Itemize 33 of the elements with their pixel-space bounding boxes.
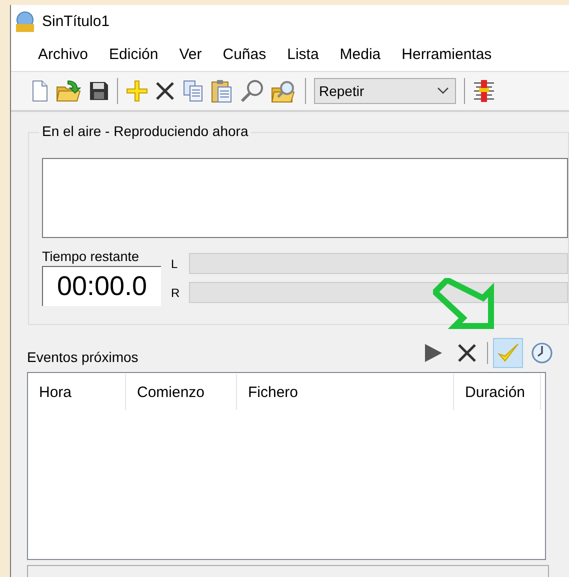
menu-item[interactable]: Media [340,46,381,63]
clock-icon [531,342,553,364]
remaining-label: Tiempo restante [42,249,140,264]
menu-item[interactable]: Edición [109,46,158,63]
equalizer-icon[interactable] [473,79,495,103]
mode-dropdown[interactable]: Repetir [314,78,456,104]
column-header[interactable]: Comienzo [126,374,237,410]
section-title: Eventos próximos [27,349,138,365]
window-title: SinTítulo1 [42,13,110,30]
save-icon[interactable] [89,81,109,101]
paste-icon[interactable] [211,79,233,103]
folder-search-icon[interactable] [271,79,297,103]
column-header[interactable]: Hora [28,374,126,410]
copy-icon[interactable] [182,80,204,102]
menu-item[interactable]: Cuñas [222,46,266,63]
group-title: En el aire - Reproduciendo ahora [39,123,252,139]
menu-item[interactable]: Herramientas [402,46,492,63]
menu-item[interactable]: Archivo [38,46,88,63]
annotation-arrow-icon [433,278,495,330]
channel-label: L [171,256,179,270]
column-header[interactable]: Duración [454,374,541,410]
new-document-icon[interactable] [31,80,49,102]
app-logo-icon [14,10,36,32]
caret-icon [437,87,449,95]
remaining-time: 00:00.0 [42,266,161,306]
delete-icon[interactable] [155,81,175,101]
search-icon[interactable] [240,79,264,103]
menu-item[interactable]: Ver [179,46,202,63]
open-folder-icon[interactable] [56,79,82,103]
channel-label: R [171,286,179,300]
menu-item[interactable]: Lista [287,46,319,63]
delete-icon[interactable] [457,343,477,363]
column-header[interactable]: Fichero [237,374,454,410]
